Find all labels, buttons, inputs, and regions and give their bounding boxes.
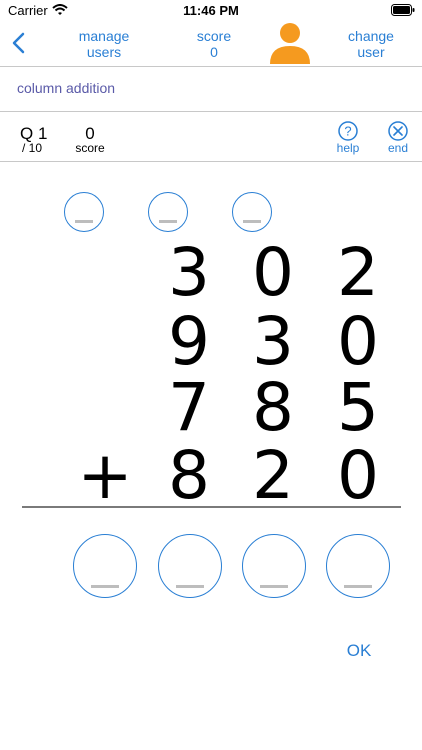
- svg-text:?: ?: [344, 124, 351, 139]
- sum-line: [22, 506, 401, 508]
- carry-placeholder-dash: [243, 220, 261, 223]
- battery-icon: [391, 4, 415, 16]
- addend-digit: 8: [252, 369, 294, 446]
- plus-operator: +: [77, 437, 133, 514]
- addend-digit: 2: [337, 234, 379, 311]
- user-avatar-icon[interactable]: [268, 22, 312, 64]
- end-label: end: [387, 141, 409, 155]
- change-user-button[interactable]: change user: [338, 28, 404, 60]
- answer-placeholder-dash: [176, 585, 204, 588]
- carry-input-tens[interactable]: [148, 192, 188, 232]
- carry-placeholder-dash: [75, 220, 93, 223]
- question-score-label: score: [75, 141, 105, 155]
- answer-input-thousands[interactable]: [73, 534, 137, 598]
- addend-digit: 7: [168, 369, 210, 446]
- addend-digit: 3: [168, 234, 210, 311]
- answer-input-ones[interactable]: [326, 534, 390, 598]
- help-label: help: [336, 141, 360, 155]
- addend-digit: 0: [337, 437, 379, 514]
- header-divider: [0, 66, 422, 67]
- answer-input-tens[interactable]: [242, 534, 306, 598]
- ok-button[interactable]: OK: [340, 641, 378, 661]
- question-divider: [0, 161, 422, 162]
- carry-placeholder-dash: [159, 220, 177, 223]
- close-icon: [388, 121, 408, 141]
- manage-users-button[interactable]: manage users: [68, 28, 140, 60]
- addend-digit: 5: [337, 369, 379, 446]
- help-icon: ?: [338, 121, 358, 141]
- addend-digit: 8: [168, 437, 210, 514]
- question-total: / 10: [22, 141, 43, 155]
- carry-input-ones[interactable]: [232, 192, 272, 232]
- addend-digit: 2: [252, 437, 294, 514]
- addend-digit: 0: [337, 303, 379, 380]
- status-time: 11:46 PM: [183, 3, 239, 18]
- nav-score-value: 0: [210, 44, 218, 60]
- answer-input-hundreds[interactable]: [158, 534, 222, 598]
- carry-input-hundreds[interactable]: [64, 192, 104, 232]
- topic-title: column addition: [17, 80, 116, 96]
- nav-score-label: score: [196, 28, 232, 44]
- help-button[interactable]: ? help: [332, 121, 364, 155]
- answer-placeholder-dash: [344, 585, 372, 588]
- addend-digit: 3: [252, 303, 294, 380]
- answer-placeholder-dash: [91, 585, 119, 588]
- addend-digit: 0: [252, 234, 294, 311]
- end-button[interactable]: end: [382, 121, 414, 155]
- nav-score: score 0: [186, 28, 242, 60]
- answer-placeholder-dash: [260, 585, 288, 588]
- back-chevron-icon[interactable]: [10, 30, 30, 56]
- addend-digit: 9: [168, 303, 210, 380]
- topic-divider: [0, 111, 422, 112]
